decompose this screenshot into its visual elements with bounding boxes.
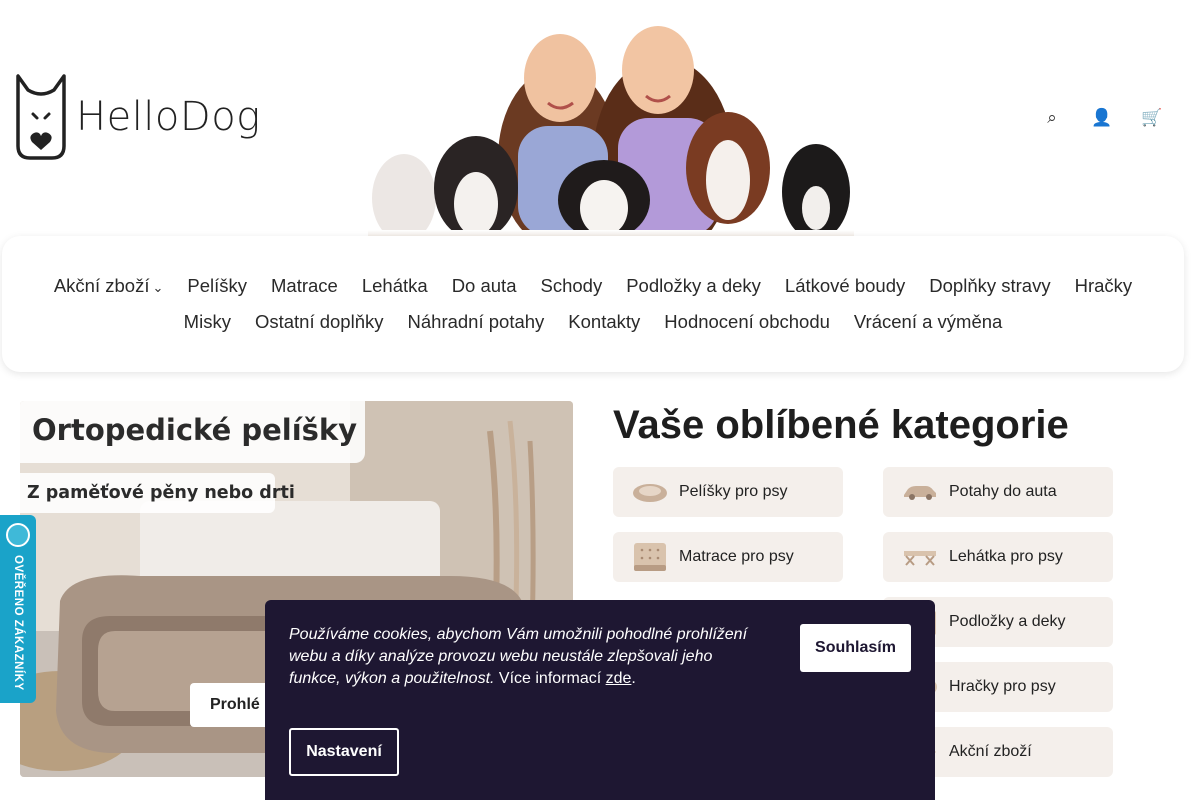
banner-subtitle: Z paměťové pěny nebo drti bbox=[27, 483, 295, 503]
nav-item-pelisky[interactable]: Pelíšky bbox=[187, 275, 247, 297]
nav-item-hracky[interactable]: Hračky bbox=[1075, 275, 1133, 297]
nav-item-latkove-boudy[interactable]: Látkové boudy bbox=[785, 275, 905, 297]
chevron-down-icon: ⌄ bbox=[152, 280, 164, 295]
category-label: Potahy do auta bbox=[949, 483, 1057, 500]
hero-illustration bbox=[368, 26, 854, 236]
category-card-potahy[interactable]: Potahy do auta bbox=[883, 467, 1113, 517]
banner-title: Ortopedické pelíšky bbox=[32, 413, 358, 447]
nav-item-akcni-zbozi[interactable]: Akční zboží ⌄ bbox=[54, 275, 164, 297]
nav-item-doplnky-stravy[interactable]: Doplňky stravy bbox=[929, 275, 1050, 297]
cookie-more-info: Více informací bbox=[494, 670, 606, 687]
car-icon bbox=[902, 477, 938, 507]
verified-badge-label: OVĚŘENO ZÁKAZNÍKY bbox=[12, 555, 24, 691]
user-icon[interactable]: 👤 bbox=[1091, 106, 1112, 130]
category-label: Matrace pro psy bbox=[679, 548, 794, 565]
cookie-settings-button[interactable]: Nastavení bbox=[289, 728, 399, 776]
category-card-lehatka[interactable]: Lehátka pro psy bbox=[883, 532, 1113, 582]
verified-customers-badge[interactable]: OVĚŘENO ZÁKAZNÍKY bbox=[0, 515, 36, 703]
search-icon[interactable]: ⌕ bbox=[1042, 106, 1062, 130]
category-label: Podložky a deky bbox=[949, 613, 1066, 630]
cot-icon bbox=[902, 542, 938, 572]
verified-seal-icon bbox=[6, 523, 30, 547]
category-label: Lehátka pro psy bbox=[949, 548, 1063, 565]
category-card-matrace[interactable]: Matrace pro psy bbox=[613, 532, 843, 582]
nav-item-matrace[interactable]: Matrace bbox=[271, 275, 338, 297]
mattress-icon bbox=[632, 542, 668, 572]
nav-item-nahradni-potahy[interactable]: Náhradní potahy bbox=[408, 311, 545, 333]
nav-item-lehatka[interactable]: Lehátka bbox=[362, 275, 428, 297]
nav-item-label: Akční zboží bbox=[53, 275, 150, 296]
category-label: Hračky pro psy bbox=[949, 678, 1056, 695]
brand-name: HelloDog bbox=[76, 94, 261, 140]
dog-logo-icon bbox=[16, 74, 66, 160]
categories-heading: Vaše oblíbené kategorie bbox=[613, 403, 1069, 447]
cookie-period: . bbox=[631, 670, 636, 687]
nav-item-kontakty[interactable]: Kontakty bbox=[568, 311, 640, 333]
cookie-more-info-link[interactable]: zde bbox=[606, 670, 632, 687]
cookie-agree-button[interactable]: Souhlasím bbox=[800, 624, 911, 672]
nav-row-2: Misky Ostatní doplňky Náhradní potahy Ko… bbox=[184, 311, 1003, 333]
nav-item-schody[interactable]: Schody bbox=[540, 275, 602, 297]
site-header: HelloDog ⌕ 👤 🛒 bbox=[0, 0, 1200, 236]
category-label: Akční zboží bbox=[949, 743, 1032, 760]
nav-row-1: Akční zboží ⌄ Pelíšky Matrace Lehátka Do … bbox=[54, 275, 1132, 297]
nav-item-podlozky[interactable]: Podložky a deky bbox=[626, 275, 761, 297]
main-navigation: Akční zboží ⌄ Pelíšky Matrace Lehátka Do … bbox=[2, 236, 1184, 372]
cookie-message: Používáme cookies, abychom Vám umožnili … bbox=[289, 624, 759, 690]
nav-item-hodnoceni[interactable]: Hodnocení obchodu bbox=[664, 311, 830, 333]
cart-icon[interactable]: 🛒 bbox=[1141, 106, 1162, 130]
logo[interactable]: HelloDog bbox=[14, 72, 261, 162]
nav-item-vraceni[interactable]: Vrácení a výměna bbox=[854, 311, 1002, 333]
dog-bed-icon bbox=[632, 477, 668, 507]
category-label: Pelíšky pro psy bbox=[679, 483, 788, 500]
nav-item-misky[interactable]: Misky bbox=[184, 311, 231, 333]
nav-item-do-auta[interactable]: Do auta bbox=[452, 275, 517, 297]
nav-item-ostatni-doplnky[interactable]: Ostatní doplňky bbox=[255, 311, 384, 333]
header-actions: ⌕ 👤 🛒 bbox=[1042, 106, 1162, 130]
cookie-consent-bar: Používáme cookies, abychom Vám umožnili … bbox=[265, 600, 935, 800]
category-card-pelisky[interactable]: Pelíšky pro psy bbox=[613, 467, 843, 517]
